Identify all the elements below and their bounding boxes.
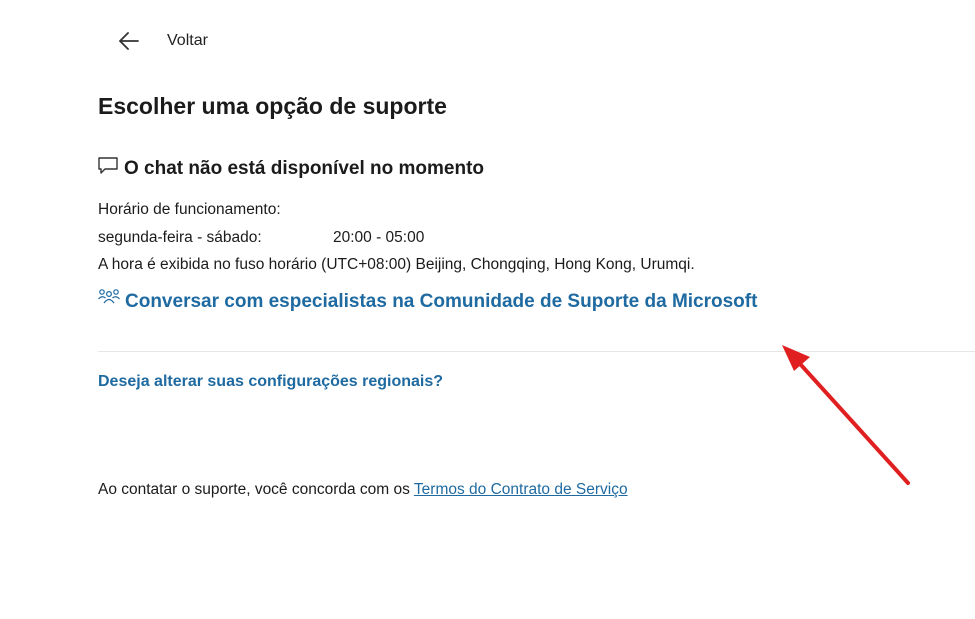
hours-label: Horário de funcionamento: xyxy=(98,201,281,218)
page-title: Escolher uma opção de suporte xyxy=(98,93,447,119)
section-divider xyxy=(98,351,975,352)
hours-time: 20:00 - 05:00 xyxy=(333,228,425,246)
community-link[interactable]: Conversar com especialistas na Comunidad… xyxy=(97,289,758,313)
support-options-page: Voltar Escolher uma opção de suporte O c… xyxy=(0,0,975,619)
regional-settings-link[interactable]: Deseja alterar suas configurações region… xyxy=(98,373,443,391)
chat-bubble-icon xyxy=(98,157,118,174)
back-label: Voltar xyxy=(167,32,208,49)
chat-heading-text: O chat não está disponível no momento xyxy=(124,158,484,179)
terms-of-service-link[interactable]: Termos do Contrato de Serviço xyxy=(414,481,628,498)
chat-unavailable-heading: O chat não está disponível no momento xyxy=(97,157,484,180)
people-community-icon xyxy=(98,289,120,304)
arrow-left-icon xyxy=(119,32,139,50)
timezone-note: A hora é exibida no fuso horário (UTC+08… xyxy=(98,256,695,273)
annotation-arrow-icon xyxy=(782,345,910,485)
terms-notice: Ao contatar o suporte, você concorda com… xyxy=(98,481,628,499)
back-button[interactable]: Voltar xyxy=(116,28,208,54)
hours-days: segunda-feira - sábado: xyxy=(98,228,262,246)
hours-row: segunda-feira - sábado: 20:00 - 05:00 xyxy=(98,224,695,252)
terms-prefix: Ao contatar o suporte, você concorda com… xyxy=(98,481,414,498)
business-hours: Horário de funcionamento: segunda-feira … xyxy=(98,196,695,279)
community-link-label: Conversar com especialistas na Comunidad… xyxy=(125,291,758,312)
